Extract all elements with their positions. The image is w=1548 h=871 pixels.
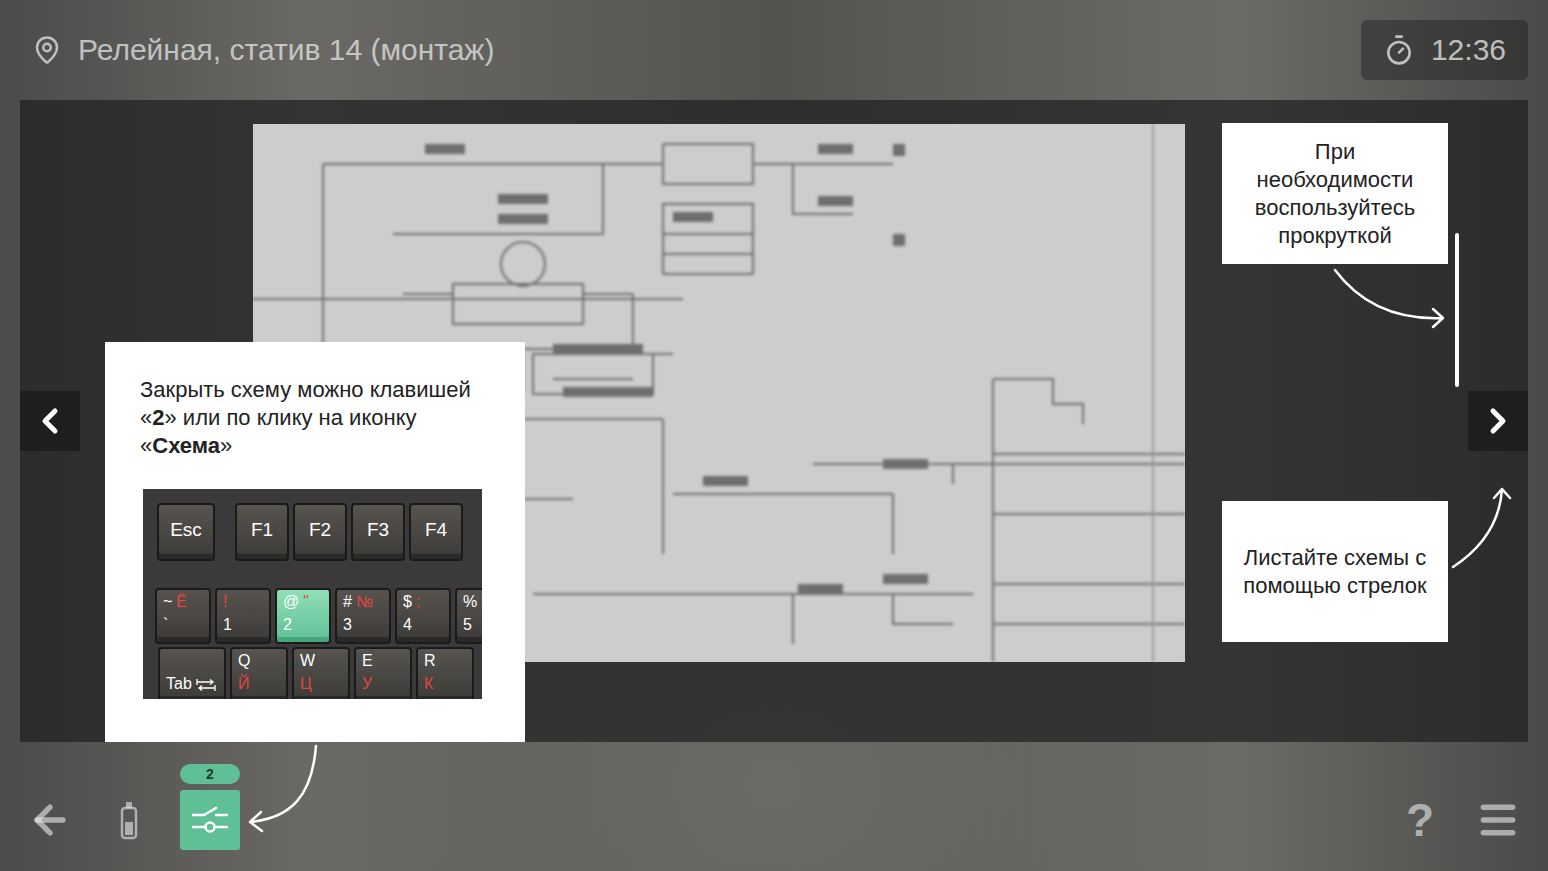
key-label: № xyxy=(356,594,373,611)
tab-icon xyxy=(196,679,216,691)
keyboard-key: %5 xyxy=(455,588,482,644)
key-label: @ xyxy=(283,594,299,611)
arrow-left-icon xyxy=(28,798,72,842)
help-button[interactable]: ? xyxy=(1406,790,1434,850)
arrows-hint-text: Листайте схемы с помощью стрелок xyxy=(1242,544,1428,600)
menu-button[interactable] xyxy=(1476,790,1520,850)
key-label: R xyxy=(424,653,436,670)
hint-bold: Схема xyxy=(152,433,220,458)
key-label: F1 xyxy=(251,520,273,540)
key-label: $ xyxy=(403,594,412,611)
timer: 12:36 xyxy=(1361,20,1528,80)
location-text: Релейная, статив 14 (монтаж) xyxy=(78,33,494,67)
key-label: " xyxy=(303,594,309,611)
keyboard-key: QЙ xyxy=(230,647,288,699)
keyboard-row: Esc F1 F2 F3 F4 xyxy=(143,503,482,561)
key-label: Tab xyxy=(166,676,192,693)
key-label: 5 xyxy=(463,617,472,634)
bottom-bar: 2? xyxy=(0,742,1548,871)
next-scheme-button[interactable] xyxy=(1468,391,1528,451)
key-label: ! xyxy=(223,594,227,611)
key-label: Ё xyxy=(176,594,187,611)
arrows-hint-card: Листайте схемы с помощью стрелок xyxy=(1222,501,1448,642)
hotkey-badge: 2 xyxy=(180,764,240,784)
close-hint-text: Закрыть схему можно клавишей «2» или по … xyxy=(140,376,490,460)
close-hint-card: Закрыть схему можно клавишей «2» или по … xyxy=(105,342,525,742)
key-label: 1 xyxy=(223,617,232,634)
keyboard-key: !1 xyxy=(215,588,271,644)
keyboard-row: TabQЙWЦEУRК xyxy=(143,647,482,699)
map-pin-icon xyxy=(32,35,62,65)
key-label: ~ xyxy=(163,594,172,611)
battery-slot xyxy=(118,790,140,850)
scheme-button[interactable]: 2 xyxy=(180,764,240,850)
arrows-hint-arrow-icon xyxy=(1453,489,1510,567)
key-label: F4 xyxy=(425,520,447,540)
chevron-right-icon xyxy=(1478,401,1518,441)
key-label: W xyxy=(300,653,315,670)
top-bar: Релейная, статив 14 (монтаж) 12:36 xyxy=(0,0,1548,100)
keyboard-key: F4 xyxy=(409,503,463,561)
scroll-hint-arrow-icon xyxy=(1335,270,1443,327)
keyboard-key: Tab xyxy=(158,647,226,699)
key-label: F2 xyxy=(309,520,331,540)
key-label: % xyxy=(463,594,477,611)
stopwatch-icon xyxy=(1383,34,1415,66)
keyboard-picture: EscF1F2F3F4~Ё`!1@"2#№3$;4%5TabQЙWЦEУRК xyxy=(143,489,482,699)
game-screen: Релейная, статив 14 (монтаж) 12:36 2? Закры… xyxy=(0,0,1548,871)
keyboard-key: ~Ё ` xyxy=(155,588,211,644)
key-label: ; xyxy=(416,594,420,611)
menu-icon xyxy=(1476,798,1520,842)
scroll-hint-card: При необходимости воспользуйтесь прокрут… xyxy=(1222,123,1448,264)
key-label: Esc xyxy=(170,520,202,540)
keyboard-key: $;4 xyxy=(395,588,451,644)
key-label: Й xyxy=(238,676,250,693)
chevron-left-icon xyxy=(30,401,70,441)
key-label: Ц xyxy=(300,676,312,693)
key-label: К xyxy=(424,676,433,693)
scheme-icon xyxy=(190,804,230,836)
key-label: E xyxy=(362,653,373,670)
location: Релейная, статив 14 (монтаж) xyxy=(32,33,494,67)
battery-icon xyxy=(118,800,140,840)
scheme-icon-box[interactable] xyxy=(180,790,240,850)
key-label: 3 xyxy=(343,617,352,634)
key-label: Q xyxy=(238,653,250,670)
keyboard-key: F1 xyxy=(235,503,289,561)
key-label: F3 xyxy=(367,520,389,540)
timer-text: 12:36 xyxy=(1431,33,1506,67)
scheme-hint-arrow-icon xyxy=(250,746,316,831)
key-label: # xyxy=(343,594,352,611)
keyboard-key: Esc xyxy=(157,503,215,561)
bottom-left-group: 2 xyxy=(28,764,240,850)
keyboard-key: RК xyxy=(416,647,474,699)
keyboard-key: @" 2 xyxy=(275,588,331,644)
hint-bold: 2 xyxy=(152,405,164,430)
key-label: 4 xyxy=(403,617,412,634)
scroll-hint-text: При необходимости воспользуйтесь прокрут… xyxy=(1242,138,1428,250)
key-label: У xyxy=(362,676,372,693)
keyboard-key: EУ xyxy=(354,647,412,699)
keyboard-key: #№3 xyxy=(335,588,391,644)
key-label: ` xyxy=(163,617,168,634)
prev-scheme-button[interactable] xyxy=(20,391,80,451)
back-button[interactable] xyxy=(28,790,72,850)
help-label: ? xyxy=(1406,797,1434,843)
keyboard-key: F2 xyxy=(293,503,347,561)
keyboard-key: WЦ xyxy=(292,647,350,699)
keyboard-row: ~Ё`!1@"2#№3$;4%5 xyxy=(143,588,482,644)
keyboard-key: F3 xyxy=(351,503,405,561)
key-label: 2 xyxy=(283,617,292,634)
scrollbar[interactable] xyxy=(1455,233,1459,387)
bottom-right-group: ? xyxy=(1406,790,1520,850)
hint-arrows xyxy=(0,0,1548,871)
